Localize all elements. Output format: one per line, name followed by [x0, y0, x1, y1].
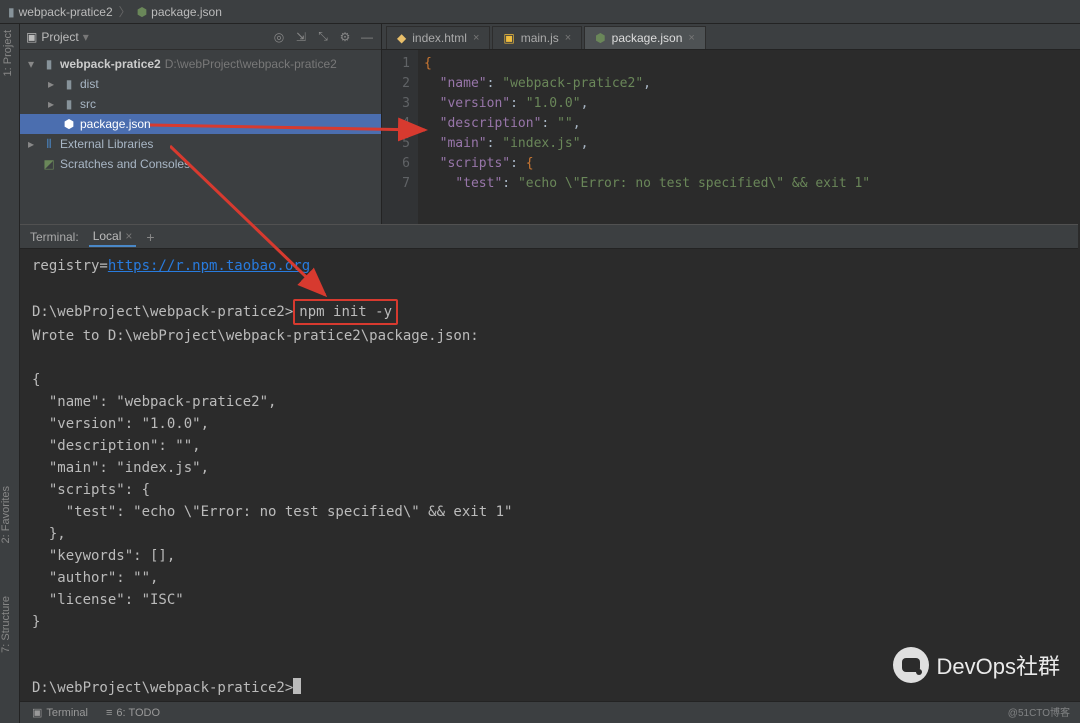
sidebar-tab-project[interactable]: 1: Project: [0, 24, 19, 82]
code-editor[interactable]: 1234567 { "name": "webpack-pratice2", "v…: [382, 50, 1080, 224]
chevron-right-icon: ▸: [28, 137, 38, 151]
line-gutter: 1234567: [382, 50, 418, 224]
sidebar-tab-favorites[interactable]: 2: Favorites: [0, 486, 12, 543]
chevron-right-icon: 〉: [119, 3, 131, 20]
folder-icon: ▮: [62, 97, 76, 111]
chevron-right-icon: ▸: [48, 97, 58, 111]
expand-icon[interactable]: ⇲: [293, 29, 309, 45]
tab-package-json[interactable]: ⬢ package.json ×: [584, 26, 706, 49]
editor-area: ◆ index.html × ▣ main.js × ⬢ package.jso…: [382, 24, 1080, 224]
json-icon: ⬢: [62, 117, 76, 131]
watermark-small: @51CTO博客: [1008, 704, 1070, 719]
close-icon[interactable]: ×: [125, 229, 132, 243]
json-icon: ⬢: [137, 5, 147, 19]
chevron-right-icon: ▸: [48, 77, 58, 91]
js-icon: ▣: [503, 31, 514, 45]
tree-node-package-json[interactable]: ⬢ package.json: [20, 114, 381, 134]
tree-node-src[interactable]: ▸ ▮ src: [20, 94, 381, 114]
breadcrumb-file-label: package.json: [151, 5, 222, 19]
terminal-icon: ▣: [32, 706, 42, 719]
tree-node-dist[interactable]: ▸ ▮ dist: [20, 74, 381, 94]
project-title[interactable]: ▣ Project ▾: [26, 30, 265, 44]
editor-tabs: ◆ index.html × ▣ main.js × ⬢ package.jso…: [382, 24, 1080, 50]
project-icon: ▣: [26, 30, 37, 44]
terminal-tool-window: Terminal: Local × + registry=https://r.n…: [20, 224, 1078, 703]
collapse-icon[interactable]: ⤡: [315, 29, 331, 45]
dropdown-icon: ▾: [83, 30, 89, 44]
close-icon[interactable]: ×: [473, 32, 479, 44]
terminal-header: Terminal: Local × +: [20, 225, 1078, 249]
folder-icon: ▮: [62, 77, 76, 91]
left-tool-gutter-bottom: 2: Favorites 7: Structure: [0, 224, 20, 723]
json-icon: ⬢: [595, 31, 605, 45]
chevron-down-icon: ▾: [28, 57, 38, 71]
code-content[interactable]: { "name": "webpack-pratice2", "version":…: [418, 50, 1080, 224]
breadcrumb-file[interactable]: ⬢ package.json: [137, 5, 222, 19]
project-tool-window: ▣ Project ▾ ◎ ⇲ ⤡ ⚙ — ▾ ▮ webpack-pratic…: [20, 24, 382, 224]
project-tree[interactable]: ▾ ▮ webpack-pratice2 D:\webProject\webpa…: [20, 50, 381, 224]
close-icon[interactable]: ×: [688, 32, 694, 44]
wechat-icon: [893, 647, 929, 683]
cursor: [293, 678, 301, 694]
registry-link[interactable]: https://r.npm.taobao.org: [108, 258, 310, 274]
statusbar-terminal[interactable]: ▣ Terminal: [32, 706, 88, 719]
highlighted-command: npm init -y: [293, 299, 398, 325]
folder-icon: ▮: [8, 5, 15, 19]
target-icon[interactable]: ◎: [271, 29, 287, 45]
project-header: ▣ Project ▾ ◎ ⇲ ⤡ ⚙ —: [20, 24, 381, 50]
status-bar: ▣ Terminal ≡ 6: TODO: [20, 701, 1080, 723]
tree-root-path: D:\webProject\webpack-pratice2: [165, 57, 337, 71]
tree-node-external-libraries[interactable]: ▸ ⫴ External Libraries: [20, 134, 381, 154]
left-tool-gutter: 1: Project: [0, 24, 20, 224]
tree-root[interactable]: ▾ ▮ webpack-pratice2 D:\webProject\webpa…: [20, 54, 381, 74]
add-terminal-button[interactable]: +: [146, 229, 154, 245]
statusbar-todo[interactable]: ≡ 6: TODO: [106, 707, 160, 719]
library-icon: ⫴: [42, 137, 56, 152]
sidebar-tab-structure[interactable]: 7: Structure: [0, 596, 12, 653]
breadcrumb-bar: ▮ webpack-pratice2 〉 ⬢ package.json: [0, 0, 1080, 24]
watermark: DevOps社群: [893, 647, 1060, 683]
close-icon[interactable]: ×: [565, 32, 571, 44]
terminal-tab-local[interactable]: Local ×: [89, 227, 137, 247]
terminal-output[interactable]: registry=https://r.npm.taobao.org D:\web…: [20, 249, 1078, 703]
html-icon: ◆: [397, 31, 406, 45]
tab-main-js[interactable]: ▣ main.js ×: [492, 26, 582, 49]
folder-icon: ▮: [42, 57, 56, 71]
breadcrumb-project[interactable]: ▮ webpack-pratice2: [8, 5, 113, 19]
hide-icon[interactable]: —: [359, 29, 375, 45]
tab-index-html[interactable]: ◆ index.html ×: [386, 26, 490, 49]
todo-icon: ≡: [106, 707, 112, 719]
tree-root-name: webpack-pratice2: [60, 57, 161, 71]
tree-node-scratches[interactable]: ◩ Scratches and Consoles: [20, 154, 381, 174]
gear-icon[interactable]: ⚙: [337, 29, 353, 45]
scratch-icon: ◩: [42, 157, 56, 171]
terminal-title: Terminal:: [30, 230, 79, 244]
breadcrumb-project-label: webpack-pratice2: [19, 5, 113, 19]
